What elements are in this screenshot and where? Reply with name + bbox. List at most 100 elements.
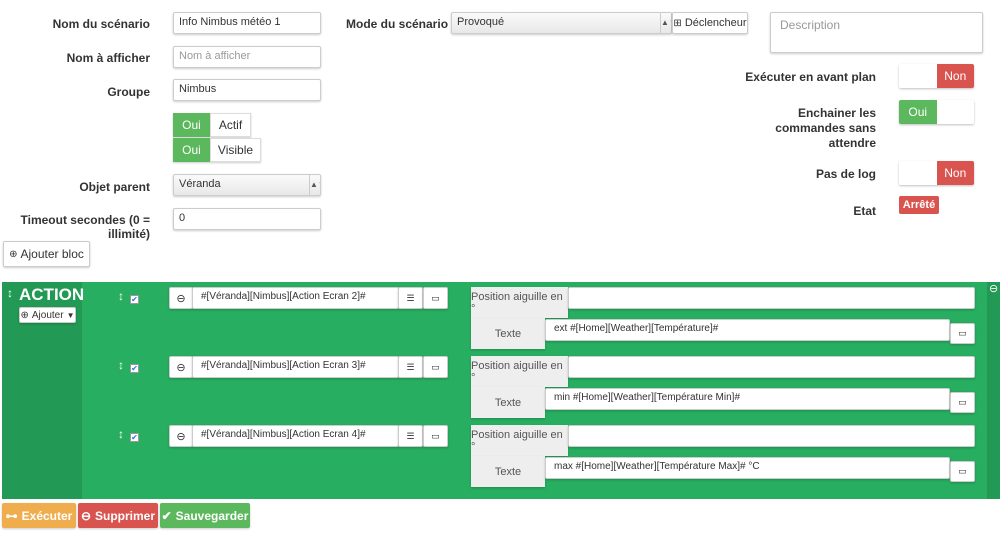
text-label: Texte xyxy=(471,318,545,349)
select-value-button[interactable]: ▭ xyxy=(950,323,975,344)
drag-handle-icon[interactable]: ↕ xyxy=(118,427,124,441)
visible-label[interactable]: Visible xyxy=(210,138,261,162)
delete-label: Supprimer xyxy=(95,508,156,523)
select-arrows-icon: ▲▼ xyxy=(309,175,320,195)
enable-checkbox[interactable]: ✔ xyxy=(130,364,139,373)
text-label: Texte xyxy=(471,387,545,418)
active-on[interactable]: Oui xyxy=(173,113,210,137)
mode-value: Provoqué xyxy=(457,16,505,28)
window-icon: ▭ xyxy=(431,361,440,372)
remove-block-icon[interactable]: ⊖ xyxy=(989,282,998,295)
window-icon: ▭ xyxy=(958,397,967,407)
trigger-button-label: Déclencheur xyxy=(684,17,747,29)
drag-handle-icon[interactable]: ↕ xyxy=(118,358,124,372)
window-icon: ▭ xyxy=(958,466,967,476)
timeout-input[interactable]: 0 xyxy=(173,208,321,230)
active-toggle[interactable]: Oui Actif xyxy=(173,113,251,137)
execute-button[interactable]: ⊶ Exécuter xyxy=(2,503,76,528)
trigger-button[interactable]: ⊞ Déclencheur xyxy=(672,12,748,34)
select-command-button[interactable]: ▭ xyxy=(423,356,448,378)
select-arrows-icon: ▲▼ xyxy=(660,13,671,33)
display-label: Nom à afficher xyxy=(66,51,150,65)
delete-button[interactable]: ⊖ Supprimer xyxy=(78,503,158,528)
display-name-input[interactable]: Nom à afficher xyxy=(173,46,321,68)
remove-action-button[interactable]: ⊖ xyxy=(169,425,193,447)
select-command-button[interactable]: ▭ xyxy=(423,287,448,309)
visible-on[interactable]: Oui xyxy=(173,138,210,162)
select-command-button[interactable]: ▭ xyxy=(423,425,448,447)
description-textarea[interactable]: Description xyxy=(770,12,983,53)
chain-label: Enchainer les commandes sans attendre xyxy=(775,106,876,150)
active-label[interactable]: Actif xyxy=(210,113,251,137)
minus-circle-icon: ⊖ xyxy=(80,508,92,523)
select-value-button[interactable]: ▭ xyxy=(950,392,975,413)
nolog-label: Pas de log xyxy=(815,167,876,181)
options-button[interactable]: ☰ xyxy=(398,287,423,309)
name-label: Nom du scénario xyxy=(52,17,150,31)
chain-value: Oui xyxy=(899,100,937,124)
text-textarea[interactable]: min #[Home][Weather][Température Min]# xyxy=(545,388,950,410)
remove-action-button[interactable]: ⊖ xyxy=(169,356,193,378)
position-input[interactable] xyxy=(568,287,975,309)
enable-checkbox[interactable]: ✔ xyxy=(130,295,139,304)
block-header: ↕ ACTION ⊕ Ajouter ▼ xyxy=(2,282,85,499)
select-value-button[interactable]: ▭ xyxy=(950,461,975,482)
drag-handle-icon[interactable]: ↕ xyxy=(118,289,124,303)
group-input[interactable]: Nimbus xyxy=(173,79,321,101)
options-button[interactable]: ☰ xyxy=(398,356,423,378)
add-block-button[interactable]: ⊕ Ajouter bloc xyxy=(3,241,90,267)
minus-circle-icon: ⊖ xyxy=(176,361,186,374)
position-label: Position aiguille en ° xyxy=(471,287,568,318)
caret-down-icon: ▼ xyxy=(66,310,75,320)
foreground-value: Non xyxy=(936,64,974,88)
mode-select[interactable]: Provoqué ▲▼ xyxy=(451,12,672,34)
execute-label: Exécuter xyxy=(21,508,73,523)
remove-action-button[interactable]: ⊖ xyxy=(169,287,193,309)
save-button[interactable]: ✔ Sauvegarder xyxy=(160,503,250,528)
position-label: Position aiguille en ° xyxy=(471,356,568,387)
list-icon: ☰ xyxy=(406,361,415,372)
parent-select[interactable]: Véranda ▲▼ xyxy=(173,174,321,196)
window-icon: ▭ xyxy=(431,430,440,441)
minus-circle-icon: ⊖ xyxy=(176,430,186,443)
minus-circle-icon: ⊖ xyxy=(176,292,186,305)
timeout-label: Timeout secondes (0 = illimité) xyxy=(20,213,151,241)
plus-circle-icon: ⊕ xyxy=(20,309,29,321)
state-badge: Arrêté xyxy=(899,196,939,214)
gamepad-icon: ⊶ xyxy=(5,508,18,523)
group-label: Groupe xyxy=(107,85,150,99)
foreground-toggle[interactable]: Non xyxy=(899,64,974,88)
state-label: Etat xyxy=(853,204,876,218)
command-input[interactable]: #[Véranda][Nimbus][Action Ecran 2]# xyxy=(192,287,399,309)
plus-square-icon: ⊞ xyxy=(673,17,682,29)
parent-value: Véranda xyxy=(179,178,221,190)
add-element-button[interactable]: ⊕ Ajouter ▼ xyxy=(19,307,76,323)
visible-toggle[interactable]: Oui Visible xyxy=(173,138,261,162)
command-input[interactable]: #[Véranda][Nimbus][Action Ecran 3]# xyxy=(192,356,399,378)
block-side: ⊖ xyxy=(987,282,1000,499)
chain-toggle[interactable]: Oui xyxy=(899,100,974,124)
text-textarea[interactable]: ext #[Home][Weather][Température]# xyxy=(545,319,950,341)
plus-circle-icon: ⊕ xyxy=(9,248,18,260)
nolog-value: Non xyxy=(936,161,974,185)
nolog-toggle[interactable]: Non xyxy=(899,161,974,185)
text-textarea[interactable]: max #[Home][Weather][Température Max]# °… xyxy=(545,457,950,479)
foreground-label: Exécuter en avant plan xyxy=(745,70,876,84)
save-label: Sauvegarder xyxy=(175,508,249,523)
list-icon: ☰ xyxy=(406,292,415,303)
drag-handle-icon[interactable]: ↕ xyxy=(7,286,13,300)
position-input[interactable] xyxy=(568,425,975,447)
position-label: Position aiguille en ° xyxy=(471,425,568,456)
block-title: ACTION xyxy=(19,285,85,304)
add-block-label: Ajouter bloc xyxy=(20,247,84,261)
window-icon: ▭ xyxy=(958,328,967,338)
name-input[interactable]: Info Nimbus météo 1 xyxy=(173,12,321,34)
text-label: Texte xyxy=(471,456,545,487)
position-input[interactable] xyxy=(568,356,975,378)
enable-checkbox[interactable]: ✔ xyxy=(130,433,139,442)
options-button[interactable]: ☰ xyxy=(398,425,423,447)
command-input[interactable]: #[Véranda][Nimbus][Action Ecran 4]# xyxy=(192,425,399,447)
check-circle-icon: ✔ xyxy=(161,508,172,523)
window-icon: ▭ xyxy=(431,292,440,303)
list-icon: ☰ xyxy=(406,430,415,441)
